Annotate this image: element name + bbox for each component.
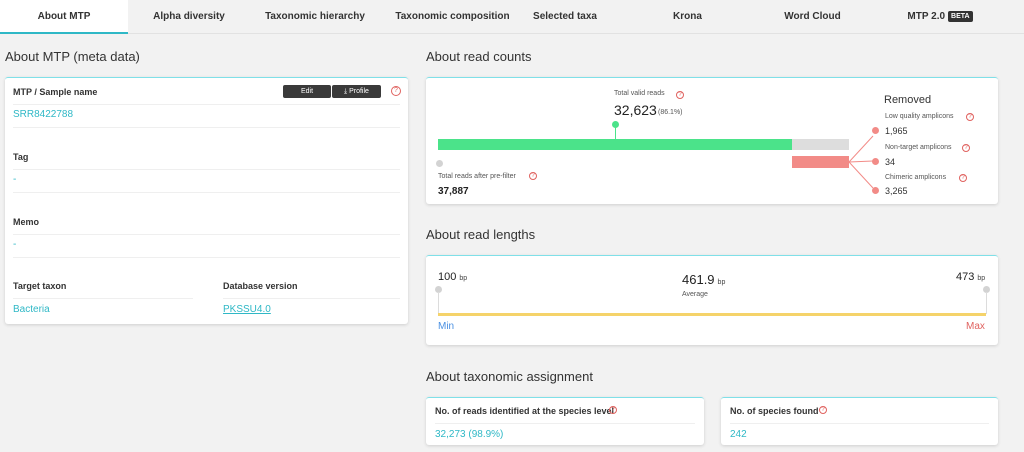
min-length-number: 100 bbox=[438, 271, 457, 283]
read-counts-title: About read counts bbox=[426, 49, 532, 64]
divider bbox=[730, 423, 989, 424]
target-taxon-label: Target taxon bbox=[13, 281, 67, 291]
read-lengths-title: About read lengths bbox=[426, 227, 536, 242]
divider bbox=[13, 192, 400, 193]
memo-value: - bbox=[13, 239, 17, 250]
divider bbox=[223, 298, 400, 299]
max-label: Max bbox=[966, 321, 985, 332]
removed-reads-bar bbox=[792, 156, 849, 168]
read-lengths-card: 100 bp 461.9 bp Average 473 bp Min Max bbox=[426, 255, 998, 345]
help-icon[interactable]: ? bbox=[962, 144, 970, 152]
profile-button-label: Profile bbox=[349, 88, 369, 95]
species-found-card: No. of species found ? 242 bbox=[721, 397, 998, 445]
tag-label: Tag bbox=[13, 152, 29, 162]
min-tick bbox=[438, 292, 439, 314]
divider bbox=[13, 127, 400, 128]
tab-krona[interactable]: Krona bbox=[650, 0, 725, 34]
avg-label: Average bbox=[682, 291, 708, 298]
low-quality-value: 1,965 bbox=[885, 126, 908, 136]
help-icon[interactable]: ? bbox=[966, 113, 974, 121]
non-target-value: 34 bbox=[885, 157, 896, 167]
chimeric-label: Chimeric amplicons bbox=[885, 174, 947, 181]
low-quality-label: Low quality amplicons bbox=[885, 113, 954, 120]
length-range-bar bbox=[438, 313, 986, 316]
divider bbox=[435, 423, 695, 424]
tag-value: - bbox=[13, 174, 17, 185]
tab-mtp-2[interactable]: MTP 2.0 BETA bbox=[895, 0, 985, 34]
removed-title: Removed bbox=[884, 94, 932, 106]
valid-reads-label: Total valid reads bbox=[614, 90, 665, 97]
max-tick bbox=[986, 292, 987, 314]
low-quality-dot bbox=[872, 127, 879, 134]
help-icon[interactable]: ? bbox=[529, 172, 537, 180]
species-reads-label: No. of reads identified at the species l… bbox=[435, 406, 615, 416]
prefilter-value: 37,887 bbox=[438, 186, 469, 197]
prefilter-label: Total reads after pre-filter bbox=[438, 173, 516, 180]
prefilter-dot bbox=[436, 160, 443, 167]
species-reads-card: No. of reads identified at the species l… bbox=[426, 397, 704, 445]
chimeric-value: 3,265 bbox=[885, 186, 908, 196]
avg-length-value: 461.9 bp bbox=[682, 272, 725, 287]
sample-name-label: MTP / Sample name bbox=[13, 87, 98, 97]
avg-length-unit: bp bbox=[717, 279, 726, 286]
tab-taxonomic-composition[interactable]: Taxonomic composition bbox=[380, 0, 525, 34]
max-length-value: 473 bp bbox=[956, 271, 985, 283]
meta-card: MTP / Sample name Edit ⤓ Profile ? SRR84… bbox=[5, 77, 408, 324]
database-version-label: Database version bbox=[223, 281, 298, 291]
help-icon[interactable]: ? bbox=[391, 86, 401, 96]
beta-badge: BETA bbox=[948, 11, 973, 22]
chimeric-dot bbox=[872, 187, 879, 194]
valid-reads-connector bbox=[615, 127, 616, 139]
tab-word-cloud[interactable]: Word Cloud bbox=[770, 0, 855, 34]
memo-label: Memo bbox=[13, 217, 40, 227]
taxonomic-title: About taxonomic assignment bbox=[426, 369, 593, 384]
profile-button[interactable]: ⤓ Profile bbox=[332, 85, 381, 98]
min-length-unit: bp bbox=[459, 275, 468, 282]
non-target-dot bbox=[872, 158, 879, 165]
min-label: Min bbox=[438, 321, 455, 332]
target-taxon-value: Bacteria bbox=[13, 304, 50, 315]
edit-button[interactable]: Edit bbox=[283, 85, 331, 98]
meta-section-title: About MTP (meta data) bbox=[5, 49, 140, 64]
divider bbox=[13, 169, 400, 170]
read-counts-card: Total valid reads ? 32,623 (86.1%) Total… bbox=[426, 77, 998, 204]
max-length-unit: bp bbox=[977, 275, 986, 282]
tab-mtp-2-label: MTP 2.0 bbox=[907, 11, 946, 22]
species-found-label: No. of species found bbox=[730, 406, 819, 416]
help-icon[interactable]: ? bbox=[959, 174, 967, 182]
min-length-value: 100 bp bbox=[438, 271, 467, 283]
divider bbox=[13, 104, 400, 105]
help-icon[interactable]: ? bbox=[609, 406, 617, 414]
divider bbox=[13, 298, 193, 299]
valid-reads-bar bbox=[438, 139, 792, 150]
tab-taxonomic-hierarchy[interactable]: Taxonomic hierarchy bbox=[250, 0, 380, 34]
tab-alpha-diversity[interactable]: Alpha diversity bbox=[128, 0, 250, 34]
species-found-value: 242 bbox=[730, 429, 747, 440]
sample-name-value: SRR8422788 bbox=[13, 109, 74, 120]
max-length-number: 473 bbox=[956, 271, 975, 283]
valid-reads-value: 32,623 bbox=[614, 102, 657, 118]
tab-about-mtp[interactable]: About MTP bbox=[0, 0, 128, 34]
species-reads-value: 32,273 (98.9%) bbox=[435, 429, 504, 440]
avg-length-number: 461.9 bbox=[682, 272, 715, 287]
help-icon[interactable]: ? bbox=[676, 91, 684, 99]
valid-reads-percent: (86.1%) bbox=[658, 109, 683, 116]
non-target-label: Non-target amplicons bbox=[885, 144, 952, 151]
tab-selected-taxa[interactable]: Selected taxa bbox=[525, 0, 605, 34]
tab-bar: About MTP Alpha diversity Taxonomic hier… bbox=[0, 0, 1024, 34]
divider bbox=[13, 234, 400, 235]
divider bbox=[13, 257, 400, 258]
database-version-link[interactable]: PKSSU4.0 bbox=[223, 304, 271, 315]
help-icon[interactable]: ? bbox=[819, 406, 827, 414]
